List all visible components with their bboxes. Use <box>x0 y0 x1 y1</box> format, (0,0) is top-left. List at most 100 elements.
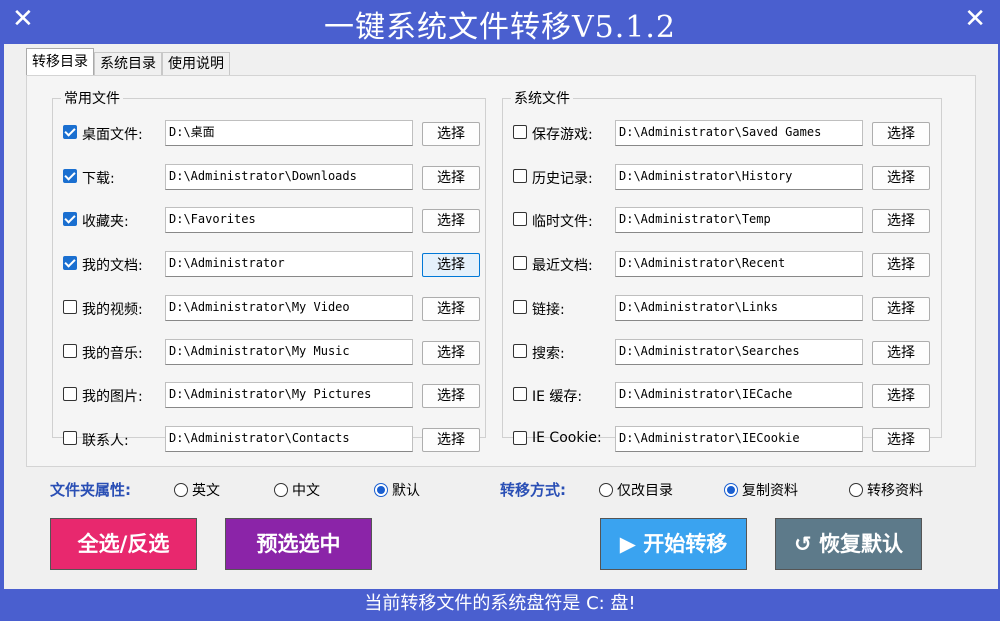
system-files-group: 系统文件 保存游戏: D:\Administrator\Saved Games 选择… <box>502 88 942 452</box>
common-files-group: 常用文件 桌面文件: D:\桌面 选择 下载: D:\Administrator\Dow… <box>52 88 486 452</box>
checkbox[interactable] <box>63 430 77 445</box>
file-row: 保存游戏: D:\Administrator\Saved Games 选择 <box>513 120 933 146</box>
path-input[interactable]: D:\Administrator\IECookie <box>615 425 863 452</box>
path-input[interactable]: D:\Administrator\Temp <box>615 207 863 234</box>
select-path-button[interactable]: 选择 <box>872 384 930 409</box>
radio-dot[interactable] <box>724 483 738 497</box>
path-input[interactable]: D:\桌面 <box>165 120 413 146</box>
checkbox[interactable] <box>63 299 77 314</box>
checkbox[interactable] <box>63 125 77 139</box>
tab-instructions[interactable]: 使用说明 <box>162 52 230 75</box>
window-title: 一键系统文件转移V5.1.2 <box>324 10 676 45</box>
file-label: 我的文档: <box>82 258 143 275</box>
select-path-button[interactable]: 选择 <box>872 165 930 190</box>
select-path-button[interactable]: 选择 <box>422 340 480 365</box>
file-label: 我的音乐: <box>82 345 143 362</box>
main-client-area: 转移目录 系统目录 使用说明 常用文件 桌面文件: D:\桌面 选择 下载: D:\Ad… <box>4 44 998 589</box>
select-path-button[interactable]: 选择 <box>872 427 930 452</box>
select-path-button[interactable]: 选择 <box>422 165 480 190</box>
tab-transfer-directory[interactable]: 转移目录 <box>26 48 94 75</box>
select-path-button[interactable]: 选择 <box>872 340 930 365</box>
path-input[interactable]: D:\Administrator\My Pictures <box>165 382 413 409</box>
file-row: 搜索: D:\Administrator\Searches 选择 <box>513 338 933 365</box>
checkbox[interactable] <box>63 387 77 402</box>
file-row: 我的视频: D:\Administrator\My Video 选择 <box>63 294 483 321</box>
radio-label: 英文 <box>192 483 220 499</box>
file-row: 我的图片: D:\Administrator\My Pictures 选择 <box>63 382 483 409</box>
radio-label: 默认 <box>392 483 420 499</box>
file-row: 历史记录: D:\Administrator\History 选择 <box>513 163 933 190</box>
tab-system-directory[interactable]: 系统目录 <box>94 52 162 75</box>
folder-attr-label: 文件夹属性: <box>50 481 131 499</box>
select-path-button[interactable]: 选择 <box>872 122 930 146</box>
tab-panel: 常用文件 桌面文件: D:\桌面 选择 下载: D:\Administrator\Dow… <box>26 75 976 467</box>
checkbox[interactable] <box>513 387 527 402</box>
checkbox[interactable] <box>63 343 77 358</box>
restore-default-button[interactable]: ↺ 恢复默认 <box>775 518 922 570</box>
select-path-button[interactable]: 选择 <box>422 253 480 278</box>
checkbox[interactable] <box>513 125 527 139</box>
path-input[interactable]: D:\Administrator\Recent <box>615 251 863 278</box>
file-row: 我的文档: D:\Administrator 选择 <box>63 251 483 278</box>
select-path-button[interactable]: 选择 <box>872 209 930 234</box>
radio-label: 复制资料 <box>742 483 798 499</box>
path-input[interactable]: D:\Administrator\Downloads <box>165 163 413 190</box>
start-transfer-button[interactable]: ▶ 开始转移 <box>600 518 747 570</box>
checkbox[interactable] <box>63 256 77 271</box>
select-path-button[interactable]: 选择 <box>872 253 930 278</box>
select-all-button[interactable]: 全选/反选 <box>50 518 197 570</box>
file-label: 我的图片: <box>82 389 143 406</box>
select-path-button[interactable]: 选择 <box>872 296 930 321</box>
path-input[interactable]: D:\Administrator\Saved Games <box>615 120 863 146</box>
path-input[interactable]: D:\Administrator <box>165 251 413 278</box>
file-label: 收藏夹: <box>82 214 129 231</box>
radio-dot[interactable] <box>174 483 188 497</box>
file-label: 我的视频: <box>82 301 143 318</box>
radio-dot[interactable] <box>274 483 288 497</box>
select-path-button[interactable]: 选择 <box>422 427 480 452</box>
file-label: 临时文件: <box>532 214 593 231</box>
path-input[interactable]: D:\Administrator\My Video <box>165 294 413 321</box>
path-input[interactable]: D:\Administrator\Contacts <box>165 425 413 452</box>
close-button[interactable]: ✕ <box>964 4 986 34</box>
path-input[interactable]: D:\Favorites <box>165 207 413 234</box>
path-input[interactable]: D:\Administrator\My Music <box>165 338 413 365</box>
radio-dot[interactable] <box>374 483 388 497</box>
file-label: 保存游戏: <box>532 127 593 143</box>
system-files-legend: 系统文件 <box>514 91 570 107</box>
checkbox[interactable] <box>513 343 527 358</box>
path-input[interactable]: D:\Administrator\Searches <box>615 338 863 365</box>
select-path-button[interactable]: 选择 <box>422 384 480 409</box>
path-input[interactable]: D:\Administrator\IECache <box>615 382 863 409</box>
radio-label: 仅改目录 <box>617 483 673 499</box>
file-row: IE Cookie: D:\Administrator\IECookie 选择 <box>513 425 933 452</box>
radio-dot[interactable] <box>599 483 613 497</box>
checkbox[interactable] <box>63 212 77 227</box>
file-row: IE 缓存: D:\Administrator\IECache 选择 <box>513 382 933 409</box>
checkbox[interactable] <box>513 212 527 227</box>
title-bar: ✕ 一键系统文件转移V5.1.2 ✕ <box>0 0 1000 45</box>
common-files-legend: 常用文件 <box>64 91 120 107</box>
select-path-button[interactable]: 选择 <box>422 296 480 321</box>
file-row: 联系人: D:\Administrator\Contacts 选择 <box>63 425 483 452</box>
select-path-button[interactable]: 选择 <box>422 209 480 234</box>
file-row: 最近文档: D:\Administrator\Recent 选择 <box>513 251 933 278</box>
file-row: 链接: D:\Administrator\Links 选择 <box>513 294 933 321</box>
checkbox[interactable] <box>513 168 527 183</box>
select-path-button[interactable]: 选择 <box>422 122 480 146</box>
checkbox[interactable] <box>513 299 527 314</box>
file-label: 链接: <box>532 301 565 318</box>
file-row: 我的音乐: D:\Administrator\My Music 选择 <box>63 338 483 365</box>
file-row: 收藏夹: D:\Favorites 选择 <box>63 207 483 234</box>
file-label: 桌面文件: <box>82 127 143 143</box>
path-input[interactable]: D:\Administrator\History <box>615 163 863 190</box>
checkbox[interactable] <box>513 430 527 445</box>
radio-dot[interactable] <box>849 483 863 497</box>
path-input[interactable]: D:\Administrator\Links <box>615 294 863 321</box>
checkbox[interactable] <box>63 168 77 183</box>
preselect-button[interactable]: 预选选中 <box>225 518 372 570</box>
file-label: 联系人: <box>82 432 129 449</box>
checkbox[interactable] <box>513 256 527 271</box>
file-row: 桌面文件: D:\桌面 选择 <box>63 120 483 146</box>
radio-label: 转移资料 <box>867 483 923 499</box>
